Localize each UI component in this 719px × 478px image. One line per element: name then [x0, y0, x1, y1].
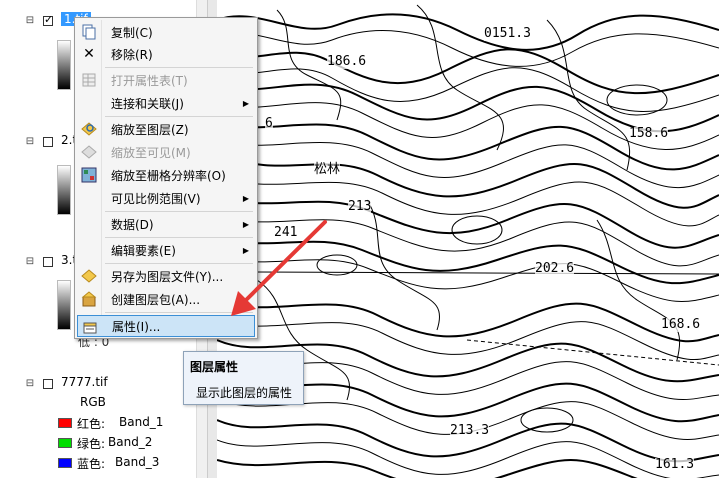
zoom-to-visible-icon: [81, 144, 97, 160]
green-band-swatch: [58, 438, 72, 448]
layer-package-icon: [81, 291, 97, 307]
blue-band-swatch: [58, 458, 72, 468]
menu-item-copy[interactable]: 复制(C): [77, 21, 255, 43]
menu-item-label: 数据(D): [111, 217, 154, 232]
zoom-raster-resolution-icon: [81, 167, 97, 183]
menu-item-label: 编辑要素(E): [111, 243, 176, 258]
menu-item-properties[interactable]: 属性(I)...: [77, 315, 255, 337]
menu-item-open-attribute-table[interactable]: 打开属性表(T): [77, 69, 255, 91]
elevation-label: 0151.3: [484, 26, 531, 41]
tooltip-title: 图层属性: [190, 360, 239, 374]
layer-3-checkbox[interactable]: [43, 257, 53, 267]
green-band-label: 绿色:: [77, 437, 106, 451]
elevation-label: 241: [274, 225, 298, 240]
layer-context-menu: 复制(C) ✕ 移除(R) 打开属性表(T) 连接和关联(J) ▶ 缩放至图层(…: [74, 17, 258, 339]
elevation-label: 213: [348, 199, 372, 214]
layer-4-name[interactable]: 7777.tif: [61, 375, 108, 389]
elevation-label: 202.6: [535, 261, 575, 276]
remove-icon: ✕: [83, 46, 95, 62]
layer-4-checkbox[interactable]: [43, 379, 53, 389]
map-view[interactable]: 0151.3 186.6 158.6 6 松林 213 241 202.6 16…: [217, 0, 719, 478]
save-layer-file-icon: [81, 268, 97, 284]
menu-item-edit-features[interactable]: 编辑要素(E) ▶: [77, 239, 255, 261]
red-band-label: 红色:: [77, 417, 106, 431]
layer-2-checkbox[interactable]: [43, 137, 53, 147]
submenu-arrow-icon: ▶: [242, 245, 249, 255]
menu-item-label: 可见比例范围(V): [111, 191, 201, 206]
submenu-arrow-icon: ▶: [242, 193, 249, 203]
menu-item-remove[interactable]: ✕ 移除(R): [77, 43, 255, 65]
red-band-value: Band_1: [119, 415, 164, 429]
menu-item-label: 缩放至栅格分辨率(O): [111, 168, 226, 183]
blue-band-label: 蓝色:: [77, 457, 106, 471]
menu-item-joins-relates[interactable]: 连接和关联(J) ▶: [77, 92, 255, 114]
place-label: 松林: [314, 162, 341, 177]
submenu-arrow-icon: ▶: [242, 98, 249, 108]
menu-item-label: 连接和关联(J): [111, 96, 184, 111]
layer-2-color-ramp: [57, 165, 71, 215]
menu-item-label: 创建图层包(A)...: [111, 292, 201, 307]
menu-item-create-layer-package[interactable]: 创建图层包(A)...: [77, 288, 255, 310]
menu-item-label: 复制(C): [111, 25, 153, 40]
collapse-icon[interactable]: ⊟: [25, 379, 35, 389]
menu-separator: [105, 211, 253, 212]
zoom-to-layer-icon: [81, 121, 97, 137]
menu-item-label: 缩放至图层(Z): [111, 122, 189, 137]
table-icon: [81, 72, 97, 88]
menu-separator: [105, 263, 253, 264]
layer-1-color-ramp: [57, 40, 71, 90]
copy-icon: [81, 24, 97, 40]
layer-3-color-ramp: [57, 280, 71, 330]
submenu-arrow-icon: ▶: [242, 219, 249, 229]
layer-1-checkbox[interactable]: [43, 13, 53, 26]
menu-item-label: 属性(I)...: [112, 319, 161, 334]
menu-separator: [105, 116, 253, 117]
menu-item-save-as-layer-file[interactable]: 另存为图层文件(Y)...: [77, 265, 255, 287]
menu-item-visible-scale-range[interactable]: 可见比例范围(V) ▶: [77, 187, 255, 209]
green-band-value: Band_2: [108, 435, 153, 449]
elevation-label: 158.6: [629, 126, 669, 141]
elevation-label: 6: [265, 116, 273, 131]
collapse-icon[interactable]: ⊟: [25, 257, 35, 267]
elevation-label: 168.6: [661, 317, 701, 332]
menu-item-label: 另存为图层文件(Y)...: [111, 269, 224, 284]
menu-separator: [105, 67, 253, 68]
menu-separator: [105, 237, 253, 238]
menu-item-data[interactable]: 数据(D) ▶: [77, 213, 255, 235]
menu-item-label: 打开属性表(T): [111, 73, 188, 88]
elevation-label: 161.3: [655, 457, 695, 472]
red-band-swatch: [58, 418, 72, 428]
menu-item-zoom-to-layer[interactable]: 缩放至图层(Z): [77, 118, 255, 140]
menu-item-label: 移除(R): [111, 47, 153, 62]
elevation-label: 213.3: [450, 423, 490, 438]
properties-tooltip: 图层属性 显示此图层的属性: [183, 351, 304, 405]
menu-separator: [105, 312, 253, 313]
blue-band-value: Band_3: [115, 455, 160, 469]
elevation-label: 186.6: [327, 54, 367, 69]
collapse-icon[interactable]: ⊟: [25, 137, 35, 147]
tooltip-description: 显示此图层的属性: [196, 386, 293, 400]
properties-icon: [82, 319, 98, 335]
menu-item-zoom-to-visible[interactable]: 缩放至可见(M): [77, 141, 255, 163]
menu-item-label: 缩放至可见(M): [111, 145, 191, 160]
rgb-label: RGB: [80, 395, 106, 409]
collapse-icon[interactable]: ⊟: [25, 16, 35, 26]
menu-item-zoom-raster-resolution[interactable]: 缩放至栅格分辨率(O): [77, 164, 255, 186]
